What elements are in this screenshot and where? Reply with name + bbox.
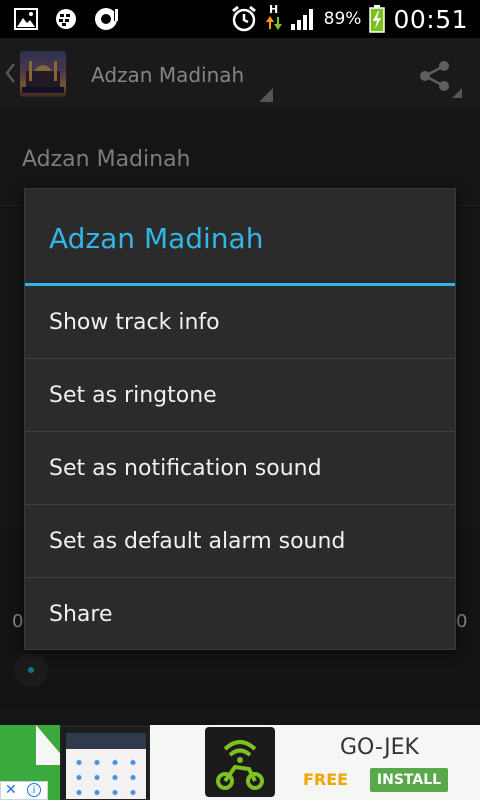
install-button[interactable]: INSTALL: [370, 768, 448, 792]
notification-icons: [14, 7, 122, 31]
status-bar: H 89% 00:51: [0, 0, 480, 38]
ad-brand: GO-JEK: [340, 735, 419, 760]
menu-item-label: Share: [49, 602, 113, 627]
ad-banner[interactable]: ✕ i GO-JEK FREE INSTALL: [0, 725, 480, 800]
close-icon[interactable]: ✕: [5, 782, 17, 798]
bbm-icon: [56, 9, 76, 29]
menu-item-label: Set as default alarm sound: [49, 529, 346, 554]
menu-item-set-as-notification-sound[interactable]: Set as notification sound: [25, 432, 455, 505]
ad-free-label: FREE: [303, 770, 349, 789]
menu-item-set-as-ringtone[interactable]: Set as ringtone: [25, 359, 455, 432]
gallery-icon: [14, 8, 38, 30]
info-icon[interactable]: i: [27, 783, 41, 797]
clock: 00:51: [393, 4, 468, 34]
dialog-title: Adzan Madinah: [49, 222, 264, 255]
data-arrows-icon: H: [265, 3, 282, 34]
menu-item-label: Show track info: [49, 310, 220, 335]
menu-item-share[interactable]: Share: [25, 578, 455, 651]
podcast-icon: [95, 8, 118, 30]
battery-charging-icon: [369, 5, 386, 33]
signal-icon: [290, 9, 313, 30]
menu-item-label: Set as ringtone: [49, 383, 217, 408]
dialog-menu: Show track info Set as ringtone Set as n…: [25, 286, 455, 651]
system-icons: H 89% 00:51: [230, 4, 468, 34]
battery-percent: 89%: [323, 9, 362, 29]
network-type: H: [269, 3, 279, 16]
context-menu-dialog: Adzan Madinah Show track info Set as rin…: [24, 188, 456, 650]
alarm-icon: [231, 5, 256, 32]
menu-item-label: Set as notification sound: [49, 456, 322, 481]
ad-choices[interactable]: ✕ i: [0, 781, 48, 800]
ad-phone-image: [60, 725, 150, 800]
menu-item-set-as-default-alarm-sound[interactable]: Set as default alarm sound: [25, 505, 455, 578]
gojek-logo-icon: [205, 727, 275, 797]
menu-item-show-track-info[interactable]: Show track info: [25, 286, 455, 359]
